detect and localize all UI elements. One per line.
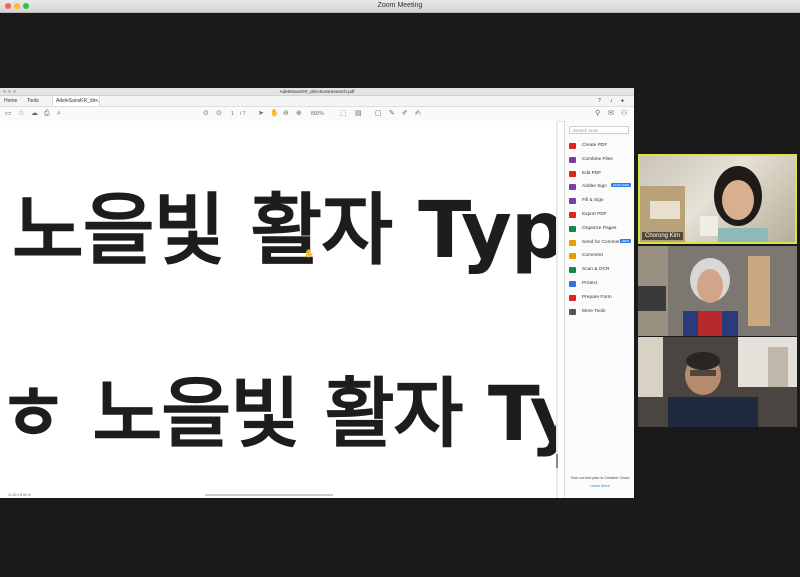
tool-label: Create PDF bbox=[582, 143, 608, 148]
acrobat-tab-bar: Home Tools AdeleSansKR_dir... × ? ♪ ● bbox=[0, 96, 634, 107]
korean-type-line-1: 노을빛 활자 Typef bbox=[12, 186, 558, 276]
share-link-icon[interactable]: ⚲ bbox=[595, 109, 600, 119]
acrobat-main: 노을빛 활자 Typef ㅎ 노을빛 활자 Typ ✋ Search tools… bbox=[0, 121, 634, 498]
pdf-page[interactable]: 노을빛 활자 Typef ㅎ 노을빛 활자 Typ ✋ bbox=[0, 121, 558, 498]
save-icon[interactable]: ▭ bbox=[5, 109, 12, 119]
vertical-scrollbar[interactable] bbox=[556, 121, 558, 498]
notifications-icon[interactable]: ♪ bbox=[610, 96, 613, 106]
participant-video-3 bbox=[638, 337, 797, 427]
tools-panel: Search tools Create PDF Combine Files Edit… bbox=[564, 121, 634, 498]
tool-export-pdf[interactable]: Export PDF bbox=[569, 209, 633, 221]
participant-video-2 bbox=[638, 246, 797, 336]
tool-label: Comment bbox=[582, 253, 603, 259]
tab-document[interactable]: AdeleSansKR_dir... × bbox=[52, 96, 100, 106]
search-icon[interactable]: ⌕ bbox=[57, 109, 61, 119]
prev-page-icon[interactable]: ⊙ bbox=[203, 109, 209, 119]
acrobat-file-title: AdeleSansKR_directionsresearch.pdf bbox=[279, 89, 355, 94]
tool-combine-files[interactable]: Combine Files bbox=[569, 154, 633, 166]
tool-fill-sign[interactable]: Fill & Sign bbox=[569, 195, 633, 207]
video-tile-participant-3[interactable] bbox=[638, 337, 797, 427]
organize-pages-icon bbox=[569, 225, 576, 232]
tool-label: Send for Comments bbox=[582, 239, 625, 245]
tool-scan-ocr[interactable]: Scan & OCR bbox=[569, 264, 633, 276]
search-tools-input[interactable]: Search tools bbox=[569, 126, 629, 134]
protect-icon bbox=[569, 281, 576, 287]
comment-icon bbox=[569, 253, 576, 260]
tool-edit-pdf[interactable]: Edit PDF bbox=[569, 168, 633, 180]
fit-page-icon[interactable]: ⬚ bbox=[340, 109, 347, 119]
more-tools-icon bbox=[569, 308, 576, 315]
plan-info: Your current plan is Creative Cloud bbox=[570, 476, 630, 480]
tool-label: Combine Files bbox=[582, 156, 613, 162]
tool-more-tools[interactable]: More Tools bbox=[569, 306, 633, 318]
upload-icon[interactable]: ☁ bbox=[31, 109, 38, 119]
close-tab-icon[interactable]: × bbox=[95, 96, 98, 106]
tool-comment[interactable]: Comment bbox=[569, 250, 633, 262]
zoom-out-icon[interactable]: ⊖ bbox=[283, 109, 289, 119]
video-tile-participant-2[interactable] bbox=[638, 246, 797, 336]
tool-protect[interactable]: Protect bbox=[569, 278, 633, 290]
tool-label: Prepare Form bbox=[582, 294, 612, 300]
vertical-scroll-thumb[interactable] bbox=[556, 454, 558, 468]
prepare-form-icon bbox=[569, 294, 576, 301]
zoom-level-select[interactable]: 800% bbox=[311, 109, 324, 119]
zoom-in-icon[interactable]: ⊕ bbox=[296, 109, 302, 119]
highlight-icon[interactable]: ✐ bbox=[402, 109, 408, 119]
tool-send-for-comments[interactable]: Send for Comments NEW bbox=[569, 237, 633, 249]
tool-adobe-sign[interactable]: Adobe Sign FEATURED bbox=[569, 181, 633, 193]
tab-document-label: AdeleSansKR_dir... bbox=[56, 98, 100, 104]
zoom-title-bar: Zoom Meeting bbox=[0, 0, 800, 13]
add-user-icon[interactable]: ⚇ bbox=[621, 109, 627, 119]
window-title: Zoom Meeting bbox=[377, 2, 423, 9]
bookmark-icon[interactable]: ☆ bbox=[18, 109, 24, 119]
scroll-mode-icon[interactable]: ▤ bbox=[355, 109, 362, 119]
hand-tool-icon[interactable]: ✋ bbox=[270, 109, 279, 119]
participant-video-1 bbox=[640, 166, 768, 242]
sign-icon[interactable]: ✍ bbox=[415, 109, 421, 119]
tool-label: Edit PDF bbox=[582, 170, 602, 176]
tool-label: Adobe Sign bbox=[582, 184, 607, 190]
tab-tools[interactable]: Tools bbox=[27, 96, 39, 106]
page-total: / 7 bbox=[240, 111, 246, 117]
acrobat-title-bar: AdeleSansKR_directionsresearch.pdf bbox=[0, 88, 634, 96]
video-tile-chorong-kim[interactable]: Chorong Kim bbox=[638, 154, 797, 244]
tool-label: Fill & Sign bbox=[582, 198, 604, 204]
horizontal-scrollbar[interactable] bbox=[205, 494, 333, 496]
email-icon[interactable]: ✉ bbox=[608, 109, 614, 119]
tab-home[interactable]: Home bbox=[4, 96, 17, 106]
adobe-sign-icon bbox=[569, 184, 576, 191]
tool-label: Protect bbox=[582, 281, 598, 286]
acrobat-toolbar: ▭ ☆ ☁ ⎙ ⌕ ⊙ ⊙ 1 / 7 ➤ ✋ ⊖ ⊕ 800% ⬚ ▤ ▢ ✎… bbox=[0, 107, 634, 122]
send-for-comments-icon bbox=[569, 239, 576, 246]
tool-label: More Tools bbox=[582, 308, 606, 314]
pen-icon[interactable]: ✎ bbox=[389, 109, 395, 119]
help-icon[interactable]: ? bbox=[598, 96, 601, 106]
export-pdf-icon bbox=[569, 212, 576, 218]
hand-cursor-icon: ✋ bbox=[304, 249, 314, 258]
account-icon[interactable]: ● bbox=[621, 96, 624, 106]
next-page-icon[interactable]: ⊙ bbox=[216, 109, 222, 119]
combine-files-icon bbox=[569, 156, 576, 163]
select-tool-icon[interactable]: ➤ bbox=[258, 109, 264, 119]
tool-organize-pages[interactable]: Organize Pages bbox=[569, 223, 633, 235]
participant-name-1: Chorong Kim bbox=[642, 232, 684, 240]
comment-icon[interactable]: ▢ bbox=[375, 109, 382, 119]
learn-more-link[interactable]: Learn More bbox=[568, 484, 632, 488]
edit-pdf-icon bbox=[569, 170, 576, 177]
tool-badge: NEW bbox=[620, 238, 631, 243]
tool-label: Scan & OCR bbox=[582, 267, 610, 273]
korean-type-line-2: ㅎ 노을빛 활자 Typ bbox=[0, 369, 558, 458]
shared-screen-acrobat: AdeleSansKR_directionsresearch.pdf Home … bbox=[0, 88, 634, 498]
page-size-label: 11.00 x 8.50 in bbox=[8, 493, 31, 497]
print-icon[interactable]: ⎙ bbox=[44, 109, 50, 119]
create-pdf-icon bbox=[569, 143, 576, 149]
fill-sign-icon bbox=[569, 198, 576, 205]
tool-prepare-form[interactable]: Prepare Form bbox=[569, 292, 633, 304]
page-number-input[interactable]: 1 bbox=[231, 109, 234, 119]
tool-create-pdf[interactable]: Create PDF bbox=[569, 140, 633, 152]
scan-ocr-icon bbox=[569, 267, 576, 274]
tool-label: Organize Pages bbox=[582, 225, 617, 231]
tool-label: Export PDF bbox=[582, 212, 607, 217]
tool-badge: FEATURED bbox=[611, 183, 631, 188]
